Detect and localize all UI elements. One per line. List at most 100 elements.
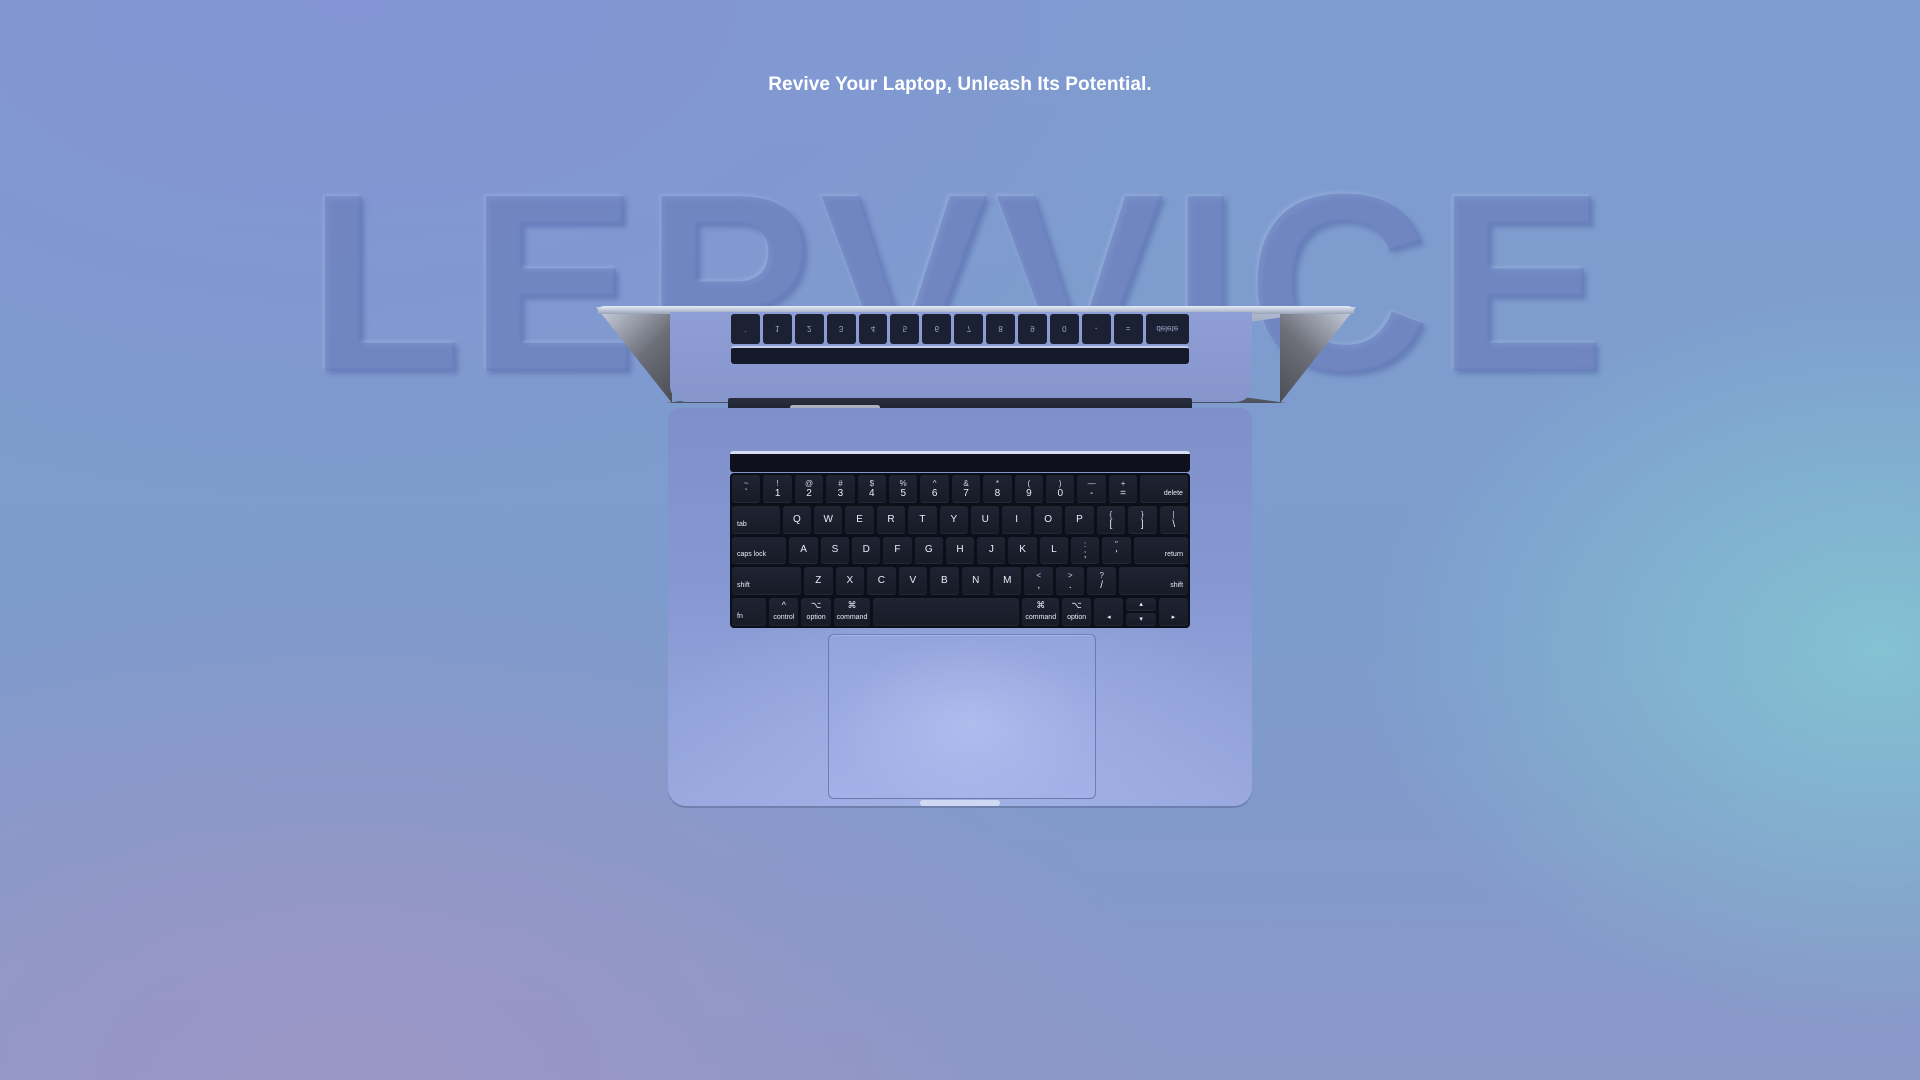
key-label: caps lock [737, 551, 767, 559]
key-legend: 0 [1057, 487, 1064, 499]
keyboard-key: caps lock [732, 536, 787, 565]
key-legend: = [1120, 487, 1126, 499]
key-legend: - [1090, 487, 1094, 499]
key-legend: 5 [900, 487, 907, 499]
keyboard-key: {[ [1096, 505, 1126, 534]
laptop-keyboard: ~ `! 1 @2 #3 $4% 5 ^ 6 & 7 * 8(9) 0— - + = delete tab Q W E R T… [730, 473, 1190, 628]
key-label: option [1067, 614, 1087, 621]
keyboard-key: delete [1140, 475, 1188, 503]
key-label: delete [1163, 489, 1183, 497]
key-legend: H [956, 544, 964, 556]
keyboard-key: tab [732, 505, 780, 534]
laptop-base-foot [920, 800, 1000, 806]
arrow-key: ▾ [1126, 613, 1156, 626]
keyboard-key: #3 [826, 475, 855, 503]
trackpad [828, 634, 1096, 799]
keyboard-key: J [977, 536, 1006, 565]
key-symbol: ⌥ [1071, 600, 1082, 610]
key-legend: 2 [806, 487, 812, 499]
keyboard-key: ⌘ command [1022, 598, 1059, 626]
screen-touchbar-reflection [731, 346, 1189, 364]
keyboard-row: fn ^ control ⌥ option ⌘ command ⌘ command ⌥ option… [732, 598, 1188, 626]
key-label: option [806, 614, 826, 621]
keyboard-key: ) 0 [1046, 475, 1075, 503]
key-legend: , [1037, 580, 1041, 592]
key-legend: ] [1140, 518, 1144, 530]
key-label: tab [737, 520, 747, 528]
keyboard-key: + = [1108, 475, 1138, 503]
key-label: shift [737, 582, 750, 589]
key-legend: X [846, 575, 854, 587]
key-legend: N [972, 575, 980, 587]
key-legend: L [1051, 544, 1057, 556]
keyboard-row: tab Q W E R T Y U I O P {[}] | \ [732, 505, 1188, 534]
keyboard-key: % 5 [889, 475, 918, 503]
keyboard-key: V [898, 567, 928, 595]
keyboard-key: Y [939, 505, 969, 534]
keyboard-key: ⌥ option [1062, 598, 1092, 626]
reflected-key: ` [731, 314, 760, 344]
keyboard-row: ~ `! 1 @2 #3 $4% 5 ^ 6 & 7 * 8(9) 0— - + = delete [732, 475, 1188, 503]
key-legend: A [800, 544, 807, 556]
keyboard-key: S [820, 536, 850, 565]
key-legend: U [981, 513, 989, 525]
keyboard-key: ? / [1087, 567, 1116, 595]
reflected-key: = [1113, 314, 1143, 344]
keyboard-key: — - [1077, 475, 1106, 503]
keyboard-key: ^ 6 [920, 475, 949, 503]
key-legend: Y [950, 513, 958, 525]
key-legend: 1 [774, 487, 781, 499]
reflected-key: 3 [826, 314, 856, 344]
keyboard-key: B [930, 567, 959, 595]
reflected-key: delete [1145, 314, 1189, 344]
keyboard-key: (9 [1014, 475, 1044, 503]
reflected-key: 9 [1018, 314, 1047, 344]
reflected-key: 4 [858, 314, 888, 344]
keyboard-key: ⌘ command [833, 598, 871, 626]
keyboard-key [873, 598, 1020, 626]
reflected-key: 6 [922, 314, 952, 344]
reflected-key: 0 [1049, 314, 1079, 344]
keyboard-key: G [914, 536, 943, 565]
keyboard-key: :; [1071, 536, 1100, 565]
key-label: ◂ [1107, 614, 1111, 621]
key-legend: ' [1115, 549, 1118, 561]
key-legend: B [940, 575, 948, 587]
keyboard-key: " ' [1102, 536, 1131, 565]
key-label: return [1164, 551, 1184, 559]
key-label: shift [1170, 582, 1184, 589]
key-label: command [1025, 614, 1057, 621]
key-legend: 3 [837, 487, 844, 499]
keyboard-key: shift [732, 567, 802, 595]
key-legend: \ [1172, 518, 1176, 530]
keyboard-key: <, [1024, 567, 1053, 595]
keyboard-key: | \ [1159, 505, 1188, 534]
key-legend: P [1076, 513, 1083, 525]
key-symbol: ⌘ [1036, 600, 1046, 610]
key-legend: 6 [931, 487, 938, 499]
reflected-key: 8 [986, 314, 1016, 344]
key-legend: E [856, 513, 863, 525]
key-label: command [836, 614, 868, 621]
keyboard-key: ! 1 [763, 475, 792, 503]
key-legend: [ [1109, 518, 1113, 530]
key-legend: C [877, 575, 885, 587]
key-label: control [773, 614, 795, 621]
keyboard-key: U [971, 505, 1000, 534]
key-legend: 7 [963, 487, 969, 499]
key-legend: ` [744, 487, 748, 499]
key-legend: O [1044, 513, 1052, 525]
keyboard-key: * 8 [983, 475, 1012, 503]
key-legend: 4 [869, 487, 875, 499]
keyboard-key: ◂ [1094, 598, 1124, 626]
touch-bar [730, 451, 1190, 472]
key-legend: 9 [1026, 487, 1032, 499]
keyboard-row: shift Z X C V B N M <, >.? / shift [732, 567, 1189, 595]
keyboard-key: D [852, 536, 881, 565]
keyboard-key: X [835, 567, 865, 595]
key-legend: M [1003, 575, 1012, 587]
keyboard-key: ~ ` [732, 475, 761, 503]
keyboard-key: & 7 [951, 475, 981, 503]
key-symbol: ⌘ [847, 600, 857, 610]
hero-tagline: Revive Your Laptop, Unleash Its Potentia… [768, 74, 1152, 95]
